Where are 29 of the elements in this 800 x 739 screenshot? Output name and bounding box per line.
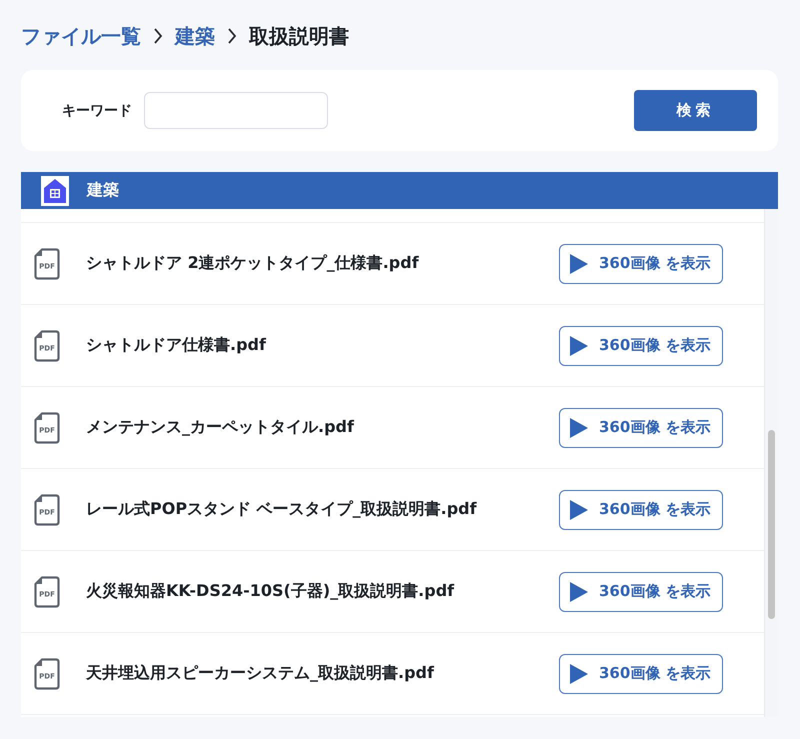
file-name: レール式POPスタンド ベースタイプ_取扱説明書.pdf bbox=[86, 499, 478, 520]
file-name: 天井埋込用スピーカーシステム_取扱説明書.pdf bbox=[86, 663, 436, 684]
file-name: 火災報知器KK-DS24-10S(子器)_取扱説明書.pdf bbox=[86, 581, 456, 602]
scrollbar-thumb[interactable] bbox=[768, 430, 775, 619]
chevron-icon bbox=[227, 27, 237, 45]
breadcrumb-link[interactable]: 建築 bbox=[175, 22, 215, 50]
play-icon bbox=[569, 580, 589, 602]
play-icon bbox=[569, 252, 589, 274]
view-360-button[interactable]: 360画像 を表示 bbox=[559, 408, 723, 448]
category-title: 建築 bbox=[87, 180, 119, 201]
house-icon bbox=[41, 176, 69, 206]
view-360-button[interactable]: 360画像 を表示 bbox=[559, 326, 723, 366]
view-360-button[interactable]: 360画像 を表示 bbox=[559, 244, 723, 284]
keyword-label: キーワード bbox=[62, 102, 132, 120]
view-360-button[interactable]: 360画像 を表示 bbox=[559, 490, 723, 530]
keyword-input[interactable] bbox=[144, 92, 328, 129]
search-button[interactable]: 検索 bbox=[634, 90, 757, 131]
file-name: シャトルドア 2連ポケットタイプ_仕様書.pdf bbox=[86, 253, 420, 274]
breadcrumb-link[interactable]: ファイル一覧 bbox=[21, 22, 141, 50]
play-icon bbox=[569, 416, 589, 438]
play-icon bbox=[569, 662, 589, 684]
play-icon bbox=[569, 334, 589, 356]
file-name: メンテナンス_カーペットタイル.pdf bbox=[86, 417, 356, 438]
file-name: シャトルドア仕様書.pdf bbox=[86, 335, 268, 356]
chevron-icon bbox=[153, 27, 163, 45]
play-icon bbox=[569, 498, 589, 520]
view-360-button[interactable]: 360画像 を表示 bbox=[559, 572, 723, 612]
view-360-button[interactable]: 360画像 を表示 bbox=[559, 654, 723, 694]
breadcrumb-current: 取扱説明書 bbox=[249, 22, 349, 50]
